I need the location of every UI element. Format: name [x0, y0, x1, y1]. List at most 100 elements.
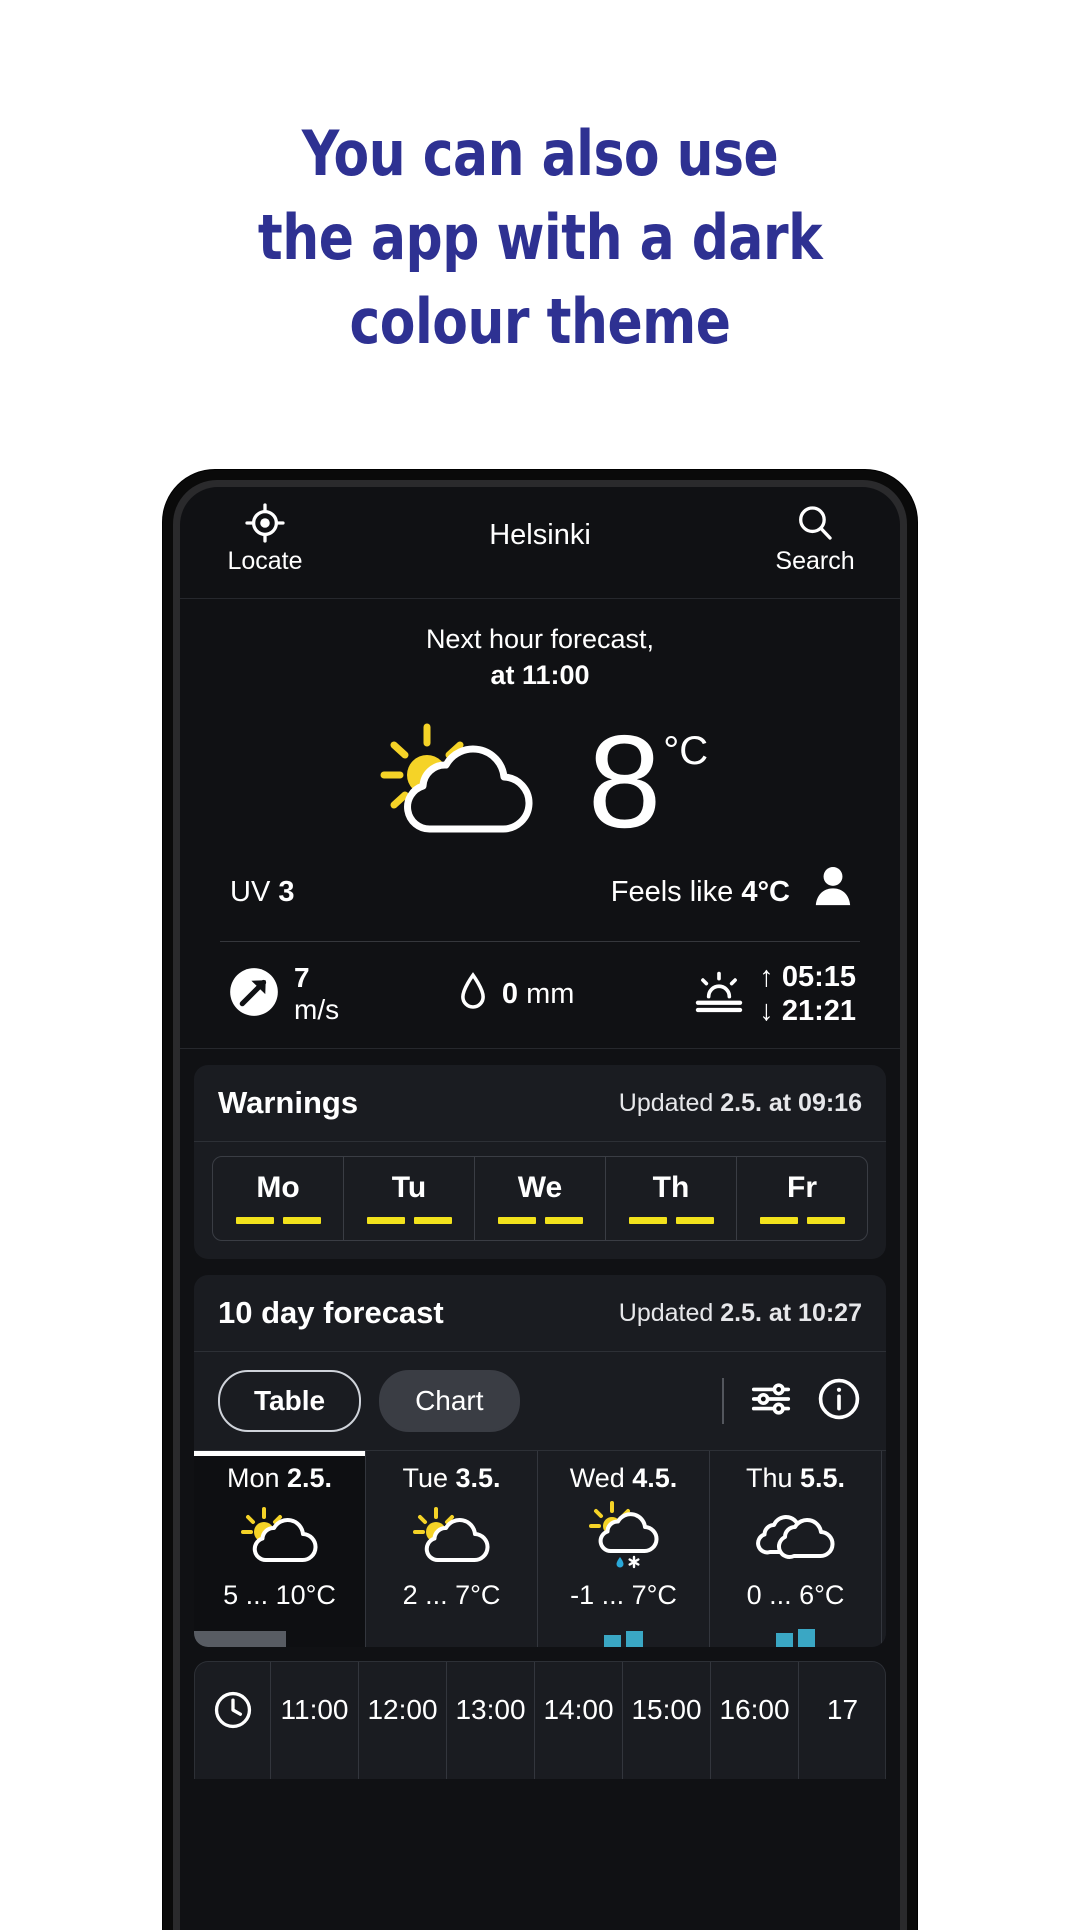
hour-cell[interactable]: 15:00: [623, 1662, 711, 1779]
current-metrics-row: 7 m/s 0 mm ↑ 05:15 ↓ 21:21: [180, 942, 900, 1028]
sliders-icon[interactable]: [748, 1376, 794, 1427]
next-hour-line-2: at 11:00: [490, 660, 590, 690]
hour-cell[interactable]: 11:00: [271, 1662, 359, 1779]
warnings-day-cell[interactable]: Fr: [737, 1157, 867, 1240]
gps-crosshair-icon: [243, 501, 287, 545]
forecast-day-label: F: [882, 1463, 886, 1494]
feels-like-label: Feels like: [610, 875, 734, 908]
hour-cell[interactable]: 13:00: [447, 1662, 535, 1779]
forecast-day-column[interactable]: Mon 2.5. 5 ... 10°C: [194, 1451, 366, 1647]
precipitation-unit: mm: [526, 977, 575, 1010]
warnings-day-cell[interactable]: Mo: [213, 1157, 344, 1240]
partly-cloudy-icon: [194, 1500, 365, 1574]
current-temperature-value: 8: [587, 708, 661, 855]
promo-line-1: You can also use: [301, 117, 779, 190]
sunrise-time: ↑ 05:15: [759, 961, 856, 993]
forecast-day-temp: 5 ... 10°C: [223, 1580, 336, 1610]
warnings-day-grid: Mo Tu We Th Fr: [212, 1156, 868, 1241]
warnings-updated-prefix: Updated: [618, 1088, 721, 1117]
warnings-day-label: Tu: [391, 1171, 427, 1204]
locate-button[interactable]: Locate: [206, 501, 324, 576]
clock-icon: [195, 1662, 271, 1779]
forecast-day-label: Tue 3.5.: [366, 1463, 537, 1494]
warnings-day-label: Fr: [787, 1171, 817, 1204]
phone-frame: Locate Helsinki Search Next hour forecas…: [163, 470, 917, 1930]
warnings-body: Mo Tu We Th Fr: [194, 1142, 886, 1259]
forecast-day-weekday: Thu: [745, 1463, 793, 1493]
current-main-row: 8 °C: [180, 707, 900, 857]
forecast-day-precip-bars: [538, 1623, 709, 1647]
forecast-day-weekday: Wed: [569, 1463, 625, 1493]
tab-table[interactable]: Table: [218, 1370, 362, 1432]
person-icon: [812, 865, 854, 919]
next-hour-heading: Next hour forecast, at 11:00: [180, 621, 900, 693]
feels-like: Feels like 4°C: [611, 876, 790, 909]
forecast-day-date: 4.5.: [632, 1463, 678, 1493]
forecast-day-date: 5.5.: [800, 1463, 846, 1493]
phone-screen: Locate Helsinki Search Next hour forecas…: [180, 487, 900, 1930]
forecast-day-precip-bars: [710, 1623, 881, 1647]
raindrop-icon: [458, 971, 488, 1018]
wind-speed-unit: m/s: [294, 994, 340, 1025]
sunset-time: ↓ 21:21: [759, 995, 856, 1027]
warnings-day-cell[interactable]: We: [475, 1157, 606, 1240]
precipitation-values: 0 mm: [502, 978, 575, 1011]
precipitation-value: 0: [501, 977, 519, 1010]
next-hour-line-1: Next hour forecast,: [425, 624, 655, 654]
sun-metric: ↑ 05:15 ↓ 21:21: [693, 960, 856, 1028]
hour-cell[interactable]: 12:00: [359, 1662, 447, 1779]
wind-metric: 7 m/s: [228, 962, 339, 1026]
warnings-day-label: Th: [652, 1171, 690, 1204]
warnings-title: Warnings: [218, 1085, 359, 1120]
warnings-day-bars: [475, 1217, 605, 1224]
locate-label: Locate: [227, 547, 303, 575]
forecast-day-temp: -1 ... 7°C: [570, 1580, 677, 1610]
warnings-day-label: We: [517, 1171, 563, 1204]
forecast-day-weekday: Tue: [402, 1463, 448, 1493]
phone-bezel: Locate Helsinki Search Next hour forecas…: [173, 480, 907, 1930]
search-button[interactable]: Search: [756, 501, 874, 576]
forecast-day-precip-bars: [882, 1623, 886, 1647]
forecast-day-column[interactable]: Thu 5.5. 0 ... 6°C: [710, 1451, 882, 1647]
precipitation-metric: 0 mm: [458, 971, 575, 1018]
forecast-day-column[interactable]: Tue 3.5. 2 ... 7°C: [366, 1451, 538, 1647]
forecast-day-label: Wed 4.5.: [538, 1463, 709, 1494]
sun-times: ↑ 05:15 ↓ 21:21: [759, 960, 856, 1028]
uv-label: UV: [230, 875, 271, 908]
forecast-day-temp: 2 ... 7°C: [402, 1580, 501, 1610]
warnings-day-bars: [606, 1217, 736, 1224]
promo-headline: You can also use the app with a dark col…: [38, 112, 1042, 364]
warnings-updated-value: 2.5. at 09:16: [720, 1088, 862, 1117]
forecast-updated-prefix: Updated: [618, 1298, 721, 1327]
forecast-day-column[interactable]: F 3: [882, 1451, 886, 1647]
hour-cell[interactable]: 14:00: [535, 1662, 623, 1779]
sunrise-sunset-icon: [693, 969, 745, 1020]
hourly-strip: 11:00 12:00 13:00 14:00 15:00 16:00 17: [194, 1661, 886, 1779]
forecast-day-label: Thu 5.5.: [710, 1463, 881, 1494]
current-temperature-unit: °C: [663, 729, 709, 773]
hour-cell[interactable]: 17: [799, 1662, 885, 1779]
info-icon[interactable]: [816, 1376, 862, 1427]
partly-cloudy-sleet-icon: [538, 1500, 709, 1574]
promo-line-2: the app with a dark: [257, 201, 823, 274]
day-scroll-indicator[interactable]: [194, 1631, 286, 1647]
forecast-day-columns: Mon 2.5. 5 ... 10°C Tue 3.5. 2 ... 7°C W…: [194, 1450, 886, 1647]
forecast-updated: Updated 2.5. at 10:27: [619, 1299, 862, 1328]
tab-chart[interactable]: Chart: [379, 1370, 520, 1432]
uv-feels-row: UV 3 Feels like 4°C: [180, 861, 900, 919]
warnings-day-label: Mo: [256, 1171, 300, 1204]
hour-cell[interactable]: 16:00: [711, 1662, 799, 1779]
forecast-day-column[interactable]: Wed 4.5. -1 ... 7°C: [538, 1451, 710, 1647]
warnings-card: Warnings Updated 2.5. at 09:16 Mo Tu We: [194, 1065, 886, 1259]
tools-divider: [722, 1378, 724, 1424]
current-temperature: 8 °C: [587, 708, 709, 855]
warnings-day-cell[interactable]: Tu: [344, 1157, 475, 1240]
warnings-updated: Updated 2.5. at 09:16: [619, 1089, 862, 1118]
forecast-day-precip-bars: [366, 1623, 537, 1647]
warnings-day-cell[interactable]: Th: [606, 1157, 737, 1240]
search-label: Search: [775, 547, 855, 575]
warnings-day-bars: [737, 1217, 867, 1224]
forecast-day-date: 2.5.: [287, 1463, 333, 1493]
uv-index: UV 3: [230, 876, 295, 909]
forecast-updated-value: 2.5. at 10:27: [720, 1298, 862, 1327]
